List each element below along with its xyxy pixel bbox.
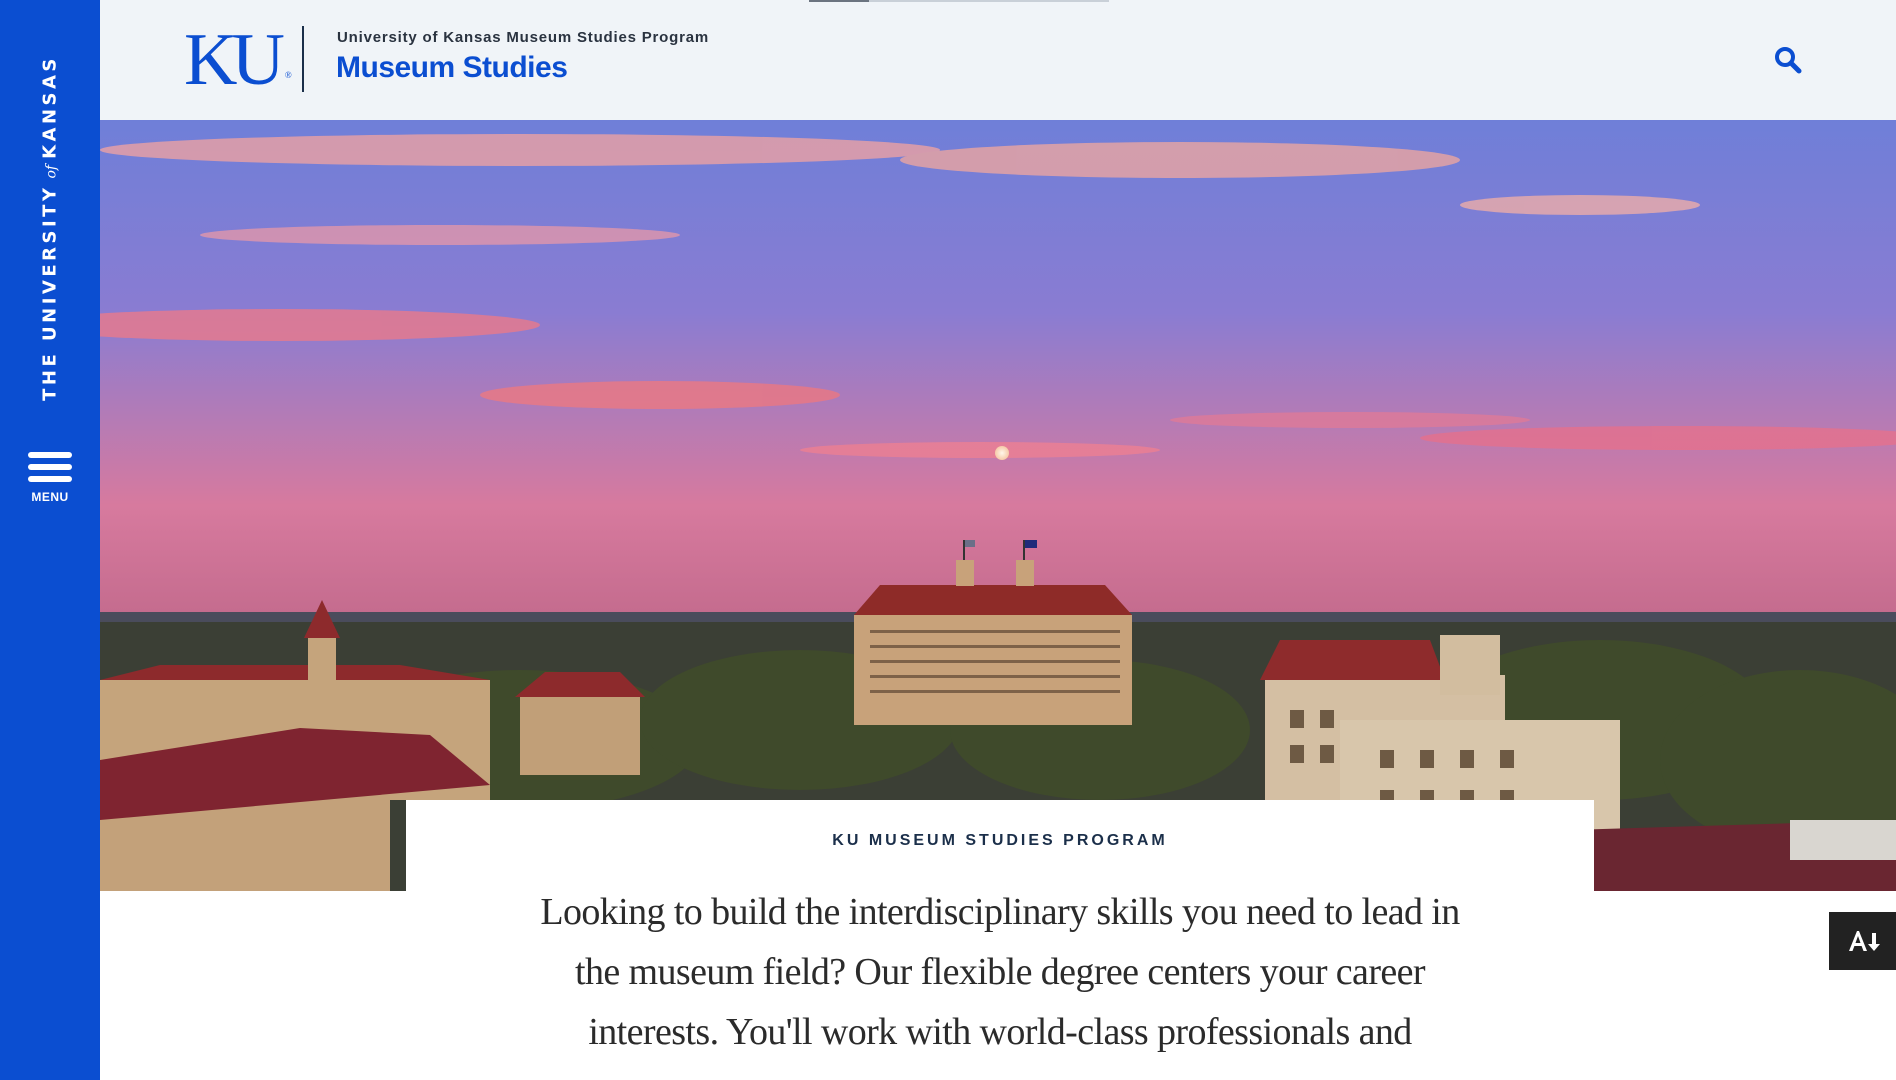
menu-label: MENU <box>31 490 69 504</box>
text-resize-download-icon <box>1848 931 1880 951</box>
search-icon <box>1775 47 1802 74</box>
intro-lead-text: Looking to build the interdisciplinary s… <box>540 891 1460 1053</box>
intro-card: KU MUSEUM STUDIES PROGRAM Looking to bui… <box>406 800 1594 1080</box>
ku-logo-text: KU <box>184 19 285 101</box>
hamburger-icon <box>28 452 72 488</box>
top-indicator <box>809 0 1109 2</box>
logo-divider <box>302 26 304 92</box>
aerial-campus-sunset-photo <box>100 120 1896 891</box>
ku-logo[interactable]: KU ® <box>184 20 292 115</box>
parent-site-link[interactable]: University of Kansas Museum Studies Prog… <box>337 29 709 46</box>
registered-mark: ® <box>284 70 292 80</box>
wordmark-pre: THE UNIVERSITY <box>39 184 61 401</box>
search-button[interactable] <box>1770 42 1806 78</box>
intro-eyebrow: KU MUSEUM STUDIES PROGRAM <box>832 832 1168 849</box>
hero-image <box>100 120 1896 891</box>
menu-button[interactable]: MENU <box>20 452 80 520</box>
accessibility-tool-button[interactable] <box>1829 912 1896 970</box>
site-header: KU ® University of Kansas Museum Studies … <box>100 0 1896 120</box>
wordmark-post: KANSAS <box>39 55 61 159</box>
university-rail: THE UNIVERSITY of KANSAS MENU <box>0 0 100 1080</box>
site-title[interactable]: Museum Studies <box>336 51 568 85</box>
wordmark-of: of <box>43 164 60 179</box>
university-wordmark[interactable]: THE UNIVERSITY of KANSAS <box>40 55 61 401</box>
